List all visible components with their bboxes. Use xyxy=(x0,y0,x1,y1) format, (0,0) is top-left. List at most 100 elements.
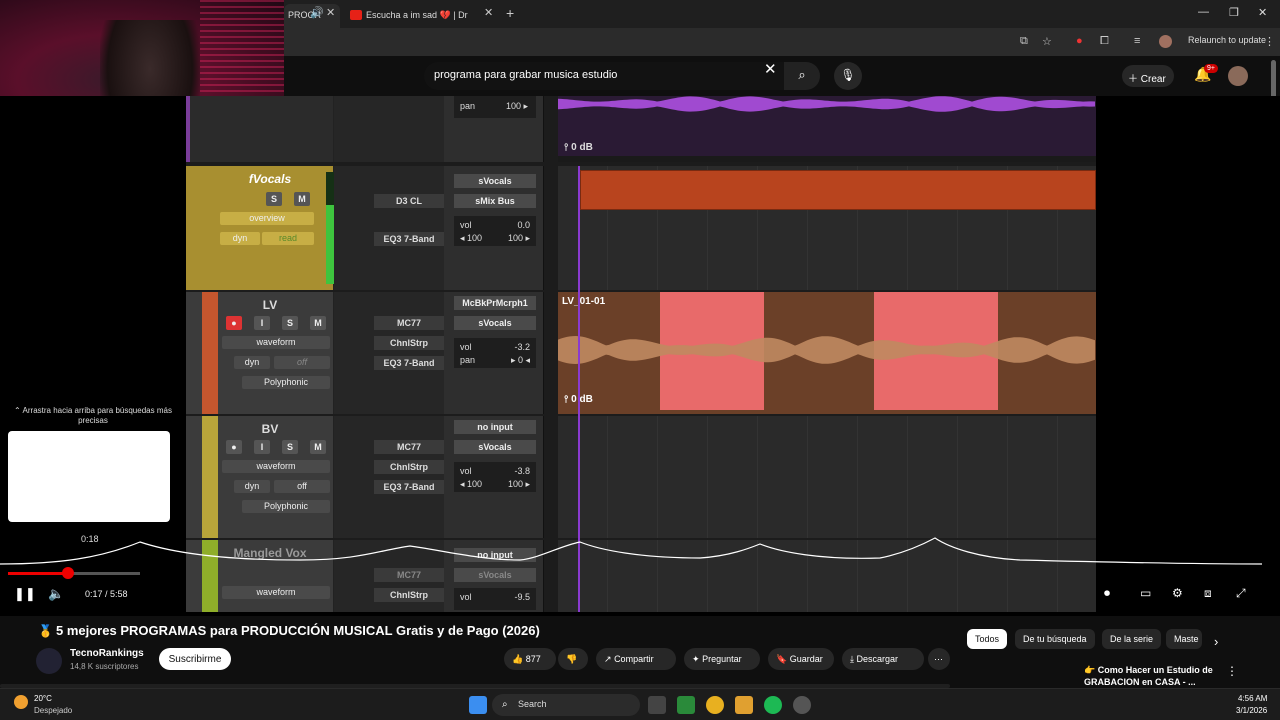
tab-escucha[interactable]: Escucha a im sad 💔 | Dr xyxy=(344,4,500,28)
send-slot[interactable]: McBkPrMcrph1 xyxy=(454,296,536,310)
dyn-selector[interactable]: dyn xyxy=(220,232,260,245)
send-slot[interactable]: sMix Bus xyxy=(454,194,536,208)
dislike-button[interactable]: 👎 xyxy=(558,648,588,670)
clock-date: 3/1/2026 xyxy=(1236,706,1268,715)
solo-button[interactable]: S xyxy=(266,192,282,206)
spotify-icon[interactable] xyxy=(764,696,782,714)
chip-de-tu-busqueda[interactable]: De tu búsqueda xyxy=(1015,629,1095,649)
extensions-icon[interactable]: ⧠ xyxy=(1100,35,1109,48)
record-arm-button[interactable]: ● xyxy=(226,316,242,330)
input-monitor-button[interactable]: I xyxy=(254,316,270,330)
send-slot[interactable]: sVocals xyxy=(454,568,536,582)
taskbar-search[interactable]: Search xyxy=(492,694,640,716)
media-control-icon[interactable]: ≡ xyxy=(1134,35,1140,47)
settings-app-icon[interactable] xyxy=(793,696,811,714)
mute-button[interactable]: M xyxy=(294,192,310,206)
new-tab-icon[interactable]: + xyxy=(506,5,514,21)
insert-slot[interactable]: ChnlStrp xyxy=(374,588,444,602)
view-selector[interactable]: waveform xyxy=(222,586,330,599)
chevron-right-icon[interactable]: › xyxy=(1214,634,1218,649)
windows-start-icon[interactable] xyxy=(469,696,487,714)
audio-clip-orange[interactable] xyxy=(580,170,1096,210)
volume-icon[interactable]: 🔈 xyxy=(48,586,64,602)
dyn-selector[interactable]: dyn xyxy=(234,356,270,369)
mute-button[interactable]: M xyxy=(310,316,326,330)
send-slot[interactable]: sVocals xyxy=(454,440,536,454)
voice-search-button[interactable]: 🎙 xyxy=(834,62,862,90)
minimize-icon[interactable]: — xyxy=(1198,6,1209,18)
file-explorer-icon[interactable] xyxy=(735,696,753,714)
automation-mode[interactable]: read xyxy=(262,232,314,245)
settings-gear-icon[interactable]: ⚙ xyxy=(1172,586,1183,600)
search-input[interactable]: programa para grabar musica estudio xyxy=(424,62,799,90)
record-arm-button[interactable]: ● xyxy=(226,440,242,454)
voice-selector[interactable]: Polyphonic xyxy=(242,500,330,513)
insert-slot[interactable]: EQ3 7-Band xyxy=(374,356,444,370)
open-in-app-icon[interactable]: ⧉ xyxy=(1020,35,1028,48)
insert-slot[interactable]: MC77 xyxy=(374,316,444,330)
save-button[interactable]: 🔖 Guardar xyxy=(768,648,834,670)
download-button[interactable]: ⤓ Descargar xyxy=(842,648,924,670)
automation-mode[interactable]: off xyxy=(274,356,330,369)
menu-kebab-icon[interactable]: ⋮ xyxy=(1264,35,1275,48)
recommended-video-title[interactable]: 👉 Como Hacer un Estudio de GRABACION en … xyxy=(1084,664,1224,688)
ask-button[interactable]: ✦ Preguntar xyxy=(684,648,760,670)
clock-time[interactable]: 4:56 AM xyxy=(1238,694,1267,703)
send-slot[interactable]: sVocals xyxy=(454,174,536,188)
relaunch-button[interactable]: Relaunch to update xyxy=(1188,35,1266,45)
autoplay-toggle-icon[interactable]: ⏺ xyxy=(1104,586,1110,601)
weather-temp[interactable]: 20°C xyxy=(34,694,52,703)
solo-button[interactable]: S xyxy=(282,316,298,330)
send-slot[interactable]: no input xyxy=(454,420,536,434)
extension-record-icon[interactable]: ● xyxy=(1076,35,1083,47)
chrome-icon[interactable] xyxy=(706,696,724,714)
dyn-selector[interactable]: dyn xyxy=(234,480,270,493)
insert-slot[interactable]: ChnlStrp xyxy=(374,336,444,350)
more-actions-button[interactable]: ⋯ xyxy=(928,648,950,670)
volume-box: vol -3.2 pan ▸ 0 ◂ xyxy=(454,338,536,368)
chip-master[interactable]: Maste xyxy=(1166,629,1202,649)
insert-slot[interactable]: MC77 xyxy=(374,440,444,454)
close-window-icon[interactable]: ✕ xyxy=(1258,6,1267,19)
insert-slot[interactable]: EQ3 7-Band xyxy=(374,232,444,246)
create-button[interactable]: ＋ Crear xyxy=(1122,65,1174,87)
close-tab-icon[interactable]: ✕ xyxy=(326,6,335,19)
search-button[interactable]: ⌕ xyxy=(784,62,820,90)
pause-icon[interactable]: ❚❚ xyxy=(14,586,36,602)
close-tab-icon[interactable]: ✕ xyxy=(484,6,493,19)
share-button[interactable]: ↗ Compartir xyxy=(596,648,676,670)
input-monitor-button[interactable]: I xyxy=(254,440,270,454)
solo-button[interactable]: S xyxy=(282,440,298,454)
insert-slot[interactable]: EQ3 7-Band xyxy=(374,480,444,494)
fullscreen-icon[interactable]: ⤢ xyxy=(1236,586,1246,601)
send-slot[interactable]: sVocals xyxy=(454,316,536,330)
insert-slot[interactable]: ChnlStrp xyxy=(374,460,444,474)
recommendation-menu-icon[interactable]: ⋮ xyxy=(1226,664,1238,678)
progress-scrubber[interactable] xyxy=(62,567,74,579)
xbox-icon[interactable] xyxy=(677,696,695,714)
progress-played[interactable] xyxy=(8,572,68,575)
captions-icon[interactable]: ▭ xyxy=(1140,586,1151,600)
clear-search-icon[interactable]: ✕ xyxy=(764,60,777,78)
voice-selector[interactable]: Polyphonic xyxy=(242,376,330,389)
automation-mode[interactable]: off xyxy=(274,480,330,493)
chip-todos[interactable]: Todos xyxy=(967,629,1008,649)
like-button[interactable]: 👍 877 xyxy=(504,648,556,670)
view-selector[interactable]: waveform xyxy=(222,336,330,349)
task-view-icon[interactable] xyxy=(648,696,666,714)
channel-avatar[interactable] xyxy=(36,648,62,674)
insert-slot[interactable]: MC77 xyxy=(374,568,444,582)
bookmark-star-icon[interactable]: ☆ xyxy=(1042,35,1052,48)
mute-tab-icon[interactable]: 🔊 xyxy=(310,6,324,19)
maximize-icon[interactable]: ❐ xyxy=(1229,6,1239,19)
view-selector[interactable]: overview xyxy=(220,212,314,225)
view-selector[interactable]: waveform xyxy=(222,460,330,473)
chip-de-la-serie[interactable]: De la serie xyxy=(1102,629,1162,649)
profile-avatar[interactable] xyxy=(1159,35,1172,48)
subscribe-button[interactable]: Suscribirme xyxy=(159,648,231,670)
channel-name[interactable]: TecnoRankings xyxy=(70,648,144,659)
user-avatar[interactable] xyxy=(1228,66,1248,86)
mute-button[interactable]: M xyxy=(310,440,326,454)
miniplayer-icon[interactable]: ⧈ xyxy=(1204,586,1212,601)
insert-slot[interactable]: D3 CL xyxy=(374,194,444,208)
